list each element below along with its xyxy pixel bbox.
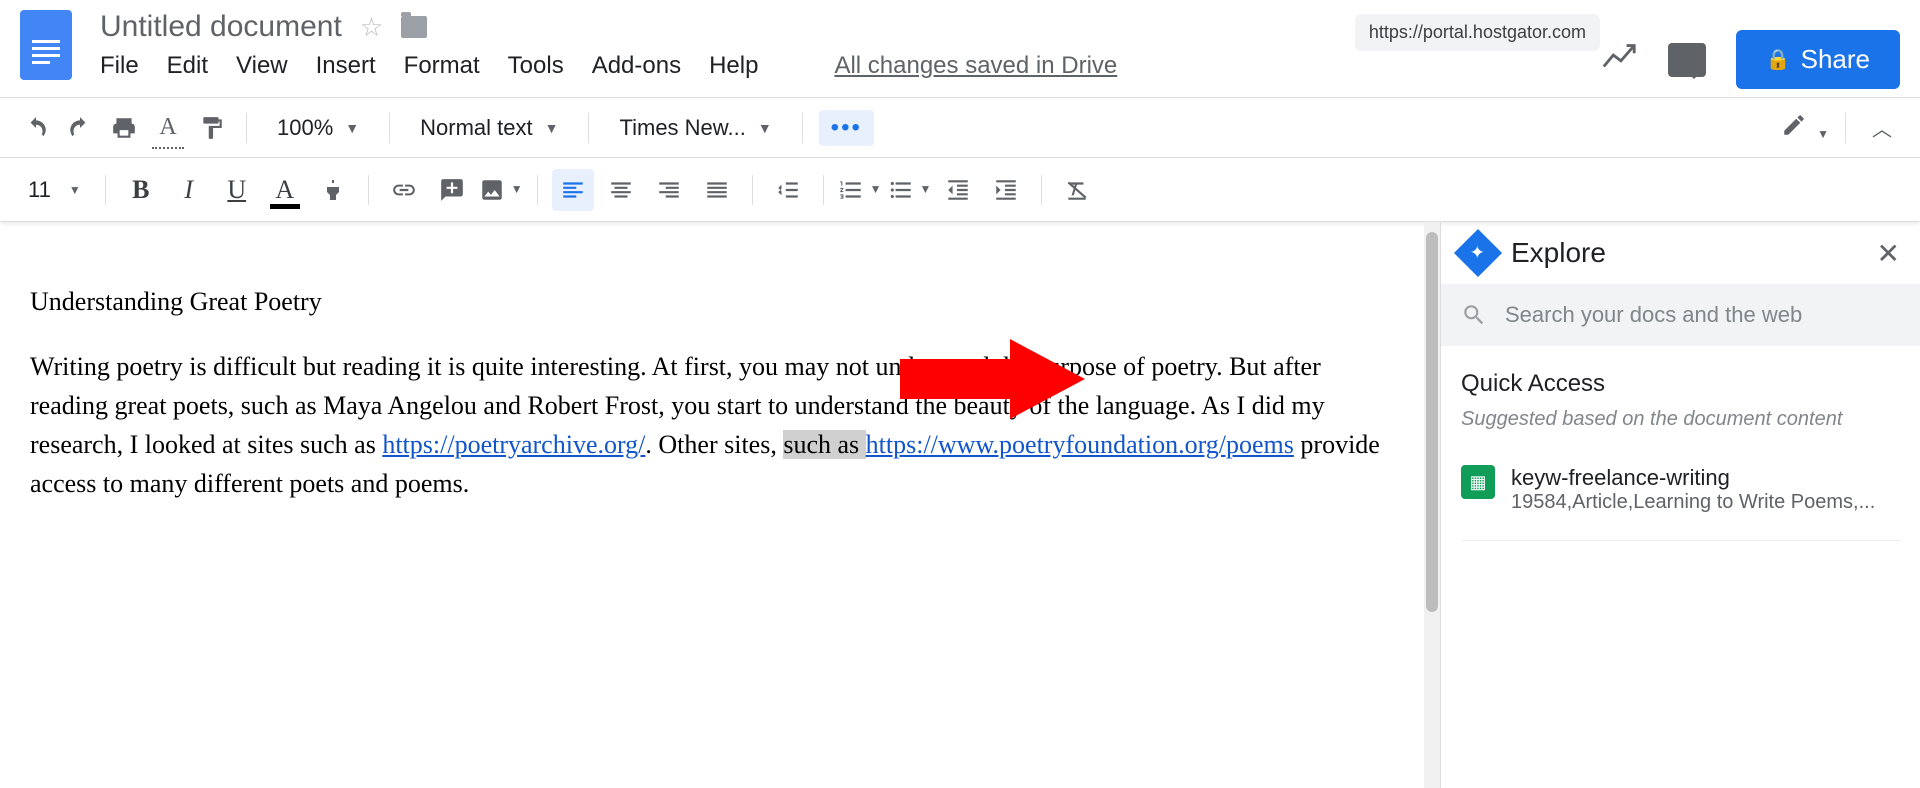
numbered-list-button[interactable]: ▼ [838,169,882,211]
editing-mode-button[interactable]: ▼ [1781,112,1829,143]
menu-help[interactable]: Help [709,52,758,80]
menu-insert[interactable]: Insert [316,52,376,80]
quick-access-subtitle: Suggested based on the document content [1461,408,1900,431]
insert-link-button[interactable] [383,169,425,211]
explore-icon: ✦ [1454,229,1502,277]
bold-button[interactable]: B [120,169,162,211]
align-right-button[interactable] [648,169,690,211]
sheets-icon: ▦ [1461,465,1495,499]
text-color-button[interactable]: A [264,169,306,211]
italic-button[interactable]: I [168,169,210,211]
document-title[interactable]: Untitled document [100,10,342,44]
font-size-select[interactable]: 11 ▼ [18,177,91,203]
explore-search[interactable] [1441,284,1920,346]
menu-edit[interactable]: Edit [167,52,208,80]
url-tooltip: https://portal.hostgator.com [1355,14,1600,51]
line-spacing-button[interactable] [767,169,809,211]
document-canvas[interactable]: Understanding Great Poetry Writing poetr… [0,222,1424,788]
document-heading: Understanding Great Poetry [30,282,1394,321]
share-button[interactable]: 🔒 Share [1736,30,1900,89]
menu-view[interactable]: View [236,52,288,80]
quick-access-title: Quick Access [1461,370,1900,398]
redo-button[interactable] [62,109,98,147]
selected-text: such as [783,430,865,459]
highlight-button[interactable] [312,169,354,211]
undo-button[interactable] [18,109,54,147]
share-label: Share [1801,44,1870,75]
underline-button[interactable]: U [216,169,258,211]
vertical-scrollbar[interactable] [1424,222,1440,788]
activity-icon[interactable] [1600,38,1638,81]
close-icon[interactable]: ✕ [1877,237,1900,270]
qa-item-name: keyw-freelance-writing [1511,465,1900,491]
insert-image-button[interactable]: ▼ [479,169,523,211]
link-poetryarchive[interactable]: https://poetryarchive.org/ [382,430,645,459]
save-status[interactable]: All changes saved in Drive [834,52,1117,80]
increase-indent-button[interactable] [985,169,1027,211]
menu-tools[interactable]: Tools [508,52,564,80]
print-button[interactable] [106,109,142,147]
search-icon [1461,302,1487,328]
qa-item-detail: 19584,Article,Learning to Write Poems,..… [1511,491,1900,514]
link-poetryfoundation[interactable]: https://www.poetryfoundation.org/poems [866,430,1294,459]
align-center-button[interactable] [600,169,642,211]
scrollbar-thumb[interactable] [1426,232,1438,612]
menu-addons[interactable]: Add-ons [592,52,681,80]
move-folder-icon[interactable] [401,16,427,38]
add-comment-button[interactable] [431,169,473,211]
zoom-select[interactable]: 100%▼ [263,115,373,141]
more-tools-button[interactable]: ••• [819,110,874,146]
menu-file[interactable]: File [100,52,139,80]
align-left-button[interactable] [552,169,594,211]
explore-panel: ✦ Explore ✕ Quick Access Suggested based… [1440,222,1920,788]
clear-formatting-button[interactable] [1056,169,1098,211]
explore-search-input[interactable] [1505,302,1900,328]
decrease-indent-button[interactable] [937,169,979,211]
lock-icon: 🔒 [1766,47,1791,72]
quick-access-item[interactable]: ▦ keyw-freelance-writing 19584,Article,L… [1461,459,1900,520]
collapse-toolbar-button[interactable]: ︿ [1862,113,1902,142]
bulleted-list-button[interactable]: ▼ [888,169,932,211]
font-select[interactable]: Times New...▼ [605,115,785,141]
align-justify-button[interactable] [696,169,738,211]
explore-title: Explore [1511,237,1861,269]
document-paragraph: Writing poetry is difficult but reading … [30,347,1394,503]
docs-app-icon[interactable] [20,10,72,80]
spellcheck-button[interactable]: A [150,109,186,147]
star-icon[interactable]: ☆ [360,12,383,43]
menu-format[interactable]: Format [404,52,480,80]
style-select[interactable]: Normal text▼ [406,115,572,141]
paint-format-button[interactable] [194,109,230,147]
comments-icon[interactable] [1668,43,1706,77]
